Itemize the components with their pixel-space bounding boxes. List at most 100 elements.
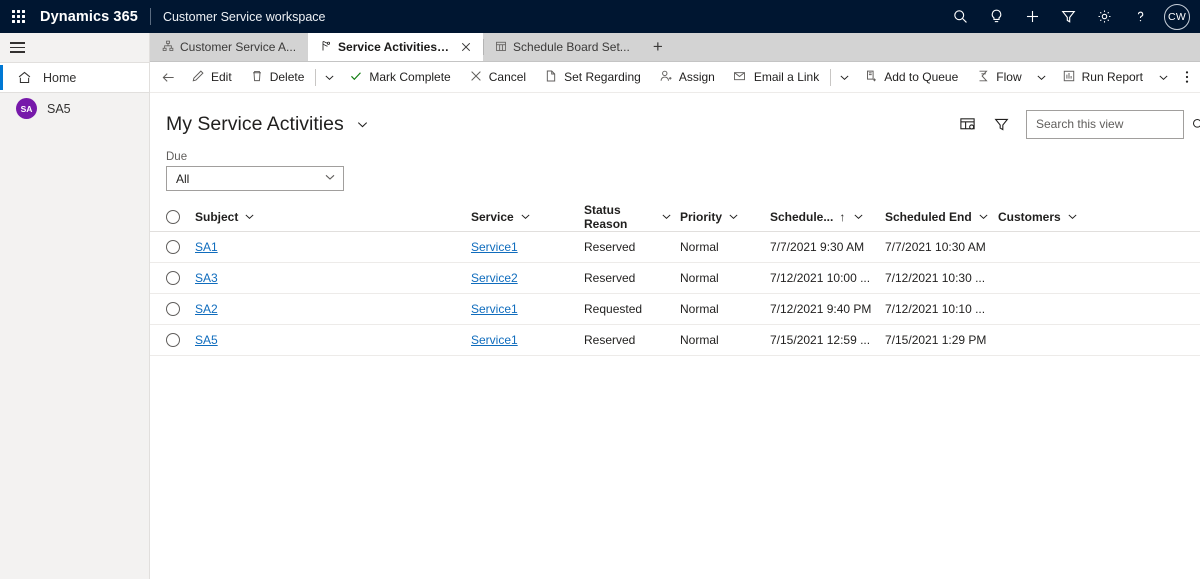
column-header-subject[interactable]: Subject: [195, 210, 471, 224]
scheduled-end-value: 7/7/2021 10:30 AM: [885, 240, 986, 254]
scheduled-start-value: 7/7/2021 9:30 AM: [770, 240, 865, 254]
edit-columns-icon[interactable]: [952, 109, 982, 139]
person-add-icon: [659, 69, 673, 86]
mark-complete-button[interactable]: Mark Complete: [340, 63, 459, 91]
table-row[interactable]: SA2 Service1 Requested Normal 7/12/2021 …: [150, 294, 1200, 325]
chevron-down-icon[interactable]: [853, 211, 864, 222]
tab-service-activities[interactable]: Service Activities My Ser...: [308, 33, 484, 61]
column-header-customers[interactable]: Customers: [998, 210, 1200, 224]
table-row[interactable]: SA5 Service1 Reserved Normal 7/15/2021 1…: [150, 325, 1200, 356]
add-queue-icon: [864, 69, 878, 86]
edit-button[interactable]: Edit: [182, 63, 241, 91]
chevron-down-icon[interactable]: [661, 211, 672, 222]
back-arrow-icon[interactable]: [154, 63, 182, 91]
column-label: Scheduled End: [885, 209, 972, 224]
column-header-status-reason[interactable]: Status Reason: [584, 203, 680, 231]
circle-checkbox-icon[interactable]: [165, 209, 180, 224]
row-checkbox[interactable]: [150, 333, 195, 347]
priority-value: Normal: [680, 240, 719, 254]
service-link[interactable]: Service1: [471, 240, 518, 254]
service-link[interactable]: Service2: [471, 271, 518, 285]
brand-label[interactable]: Dynamics 365: [40, 9, 138, 25]
assign-button[interactable]: Assign: [650, 63, 724, 91]
command-label: Mark Complete: [369, 70, 451, 84]
circle-checkbox-icon[interactable]: [165, 302, 180, 316]
command-label: Email a Link: [753, 70, 820, 84]
column-label: Priority: [680, 209, 723, 224]
flow-button[interactable]: Flow: [967, 63, 1030, 91]
row-checkbox[interactable]: [150, 240, 195, 254]
subject-link[interactable]: SA5: [195, 333, 218, 347]
email-a-link-button[interactable]: Email a Link: [724, 63, 828, 91]
email-link-chevron-down-icon[interactable]: [833, 63, 855, 91]
circle-checkbox-icon[interactable]: [165, 240, 180, 254]
tab-customer-service-agent[interactable]: Customer Service A...: [150, 33, 308, 61]
command-label: Add to Queue: [884, 70, 959, 84]
select-all-checkbox[interactable]: [150, 209, 195, 224]
tab-schedule-board[interactable]: Schedule Board Set...: [483, 33, 642, 61]
circle-checkbox-icon[interactable]: [165, 271, 180, 285]
chevron-down-icon[interactable]: [356, 118, 369, 131]
service-link[interactable]: Service1: [471, 302, 518, 316]
search-box[interactable]: [1026, 109, 1200, 139]
circle-checkbox-icon[interactable]: [165, 333, 180, 347]
column-header-priority[interactable]: Priority: [680, 210, 770, 224]
search-icon[interactable]: [942, 0, 978, 33]
page-title[interactable]: My Service Activities: [166, 113, 369, 136]
priority-value: Normal: [680, 271, 719, 285]
service-link[interactable]: Service1: [471, 333, 518, 347]
column-label: Service: [471, 209, 514, 224]
filter-icon[interactable]: [986, 109, 1016, 139]
subject-link[interactable]: SA3: [195, 271, 218, 285]
add-icon[interactable]: [1014, 0, 1050, 33]
table-row[interactable]: SA3 Service2 Reserved Normal 7/12/2021 1…: [150, 263, 1200, 294]
due-filter-select[interactable]: All: [166, 166, 344, 191]
calendar-icon: [495, 40, 507, 55]
scheduled-start-value: 7/12/2021 10:00 ...: [770, 271, 871, 285]
chevron-down-icon[interactable]: [728, 211, 739, 222]
top-nav-actions: CW: [942, 0, 1200, 33]
flow-chevron-down-icon[interactable]: [1031, 63, 1053, 91]
close-icon[interactable]: [461, 42, 471, 52]
due-filter: Due All: [150, 141, 1200, 191]
chevron-down-icon[interactable]: [978, 211, 989, 222]
chevron-down-icon[interactable]: [244, 211, 255, 222]
subject-link[interactable]: SA1: [195, 240, 218, 254]
table-row[interactable]: SA1 Service1 Reserved Normal 7/7/2021 9:…: [150, 232, 1200, 263]
tab-label: Customer Service A...: [180, 40, 297, 54]
run-report-chevron-down-icon[interactable]: [1152, 63, 1174, 91]
row-checkbox[interactable]: [150, 271, 195, 285]
column-header-scheduled-start[interactable]: Schedule... ↑: [770, 210, 885, 224]
delete-chevron-down-icon[interactable]: [318, 63, 340, 91]
subject-link[interactable]: SA2: [195, 302, 218, 316]
new-tab-button[interactable]: +: [642, 33, 674, 61]
overflow-menu-icon[interactable]: [1174, 63, 1200, 91]
settings-icon[interactable]: [1086, 0, 1122, 33]
column-header-scheduled-end[interactable]: Scheduled End: [885, 210, 998, 224]
sidebar-item-sa5[interactable]: SA SA5: [0, 93, 149, 124]
filter-icon[interactable]: [1050, 0, 1086, 33]
command-divider: [315, 68, 317, 86]
command-label: Flow: [996, 70, 1022, 84]
help-icon[interactable]: [1122, 0, 1158, 33]
search-icon[interactable]: [1191, 117, 1200, 132]
status-reason-value: Reserved: [584, 240, 636, 254]
scheduled-start-value: 7/15/2021 12:59 ...: [770, 333, 871, 347]
chevron-down-icon[interactable]: [520, 211, 531, 222]
column-header-service[interactable]: Service: [471, 210, 584, 224]
set-regarding-button[interactable]: Set Regarding: [535, 63, 650, 91]
search-input[interactable]: [1036, 117, 1191, 131]
status-reason-value: Requested: [584, 302, 643, 316]
user-avatar[interactable]: CW: [1164, 3, 1190, 30]
cancel-button[interactable]: Cancel: [460, 63, 535, 91]
sidebar-item-home[interactable]: Home: [0, 62, 149, 93]
app-launcher-icon[interactable]: [0, 0, 36, 33]
add-to-queue-button[interactable]: Add to Queue: [855, 63, 967, 91]
run-report-button[interactable]: Run Report: [1053, 63, 1152, 91]
delete-button[interactable]: Delete: [241, 63, 314, 91]
row-checkbox[interactable]: [150, 302, 195, 316]
chevron-down-icon[interactable]: [1067, 211, 1078, 222]
email-link-icon: [733, 69, 748, 86]
site-map-toggle[interactable]: [0, 33, 149, 62]
lightbulb-icon[interactable]: [978, 0, 1014, 33]
